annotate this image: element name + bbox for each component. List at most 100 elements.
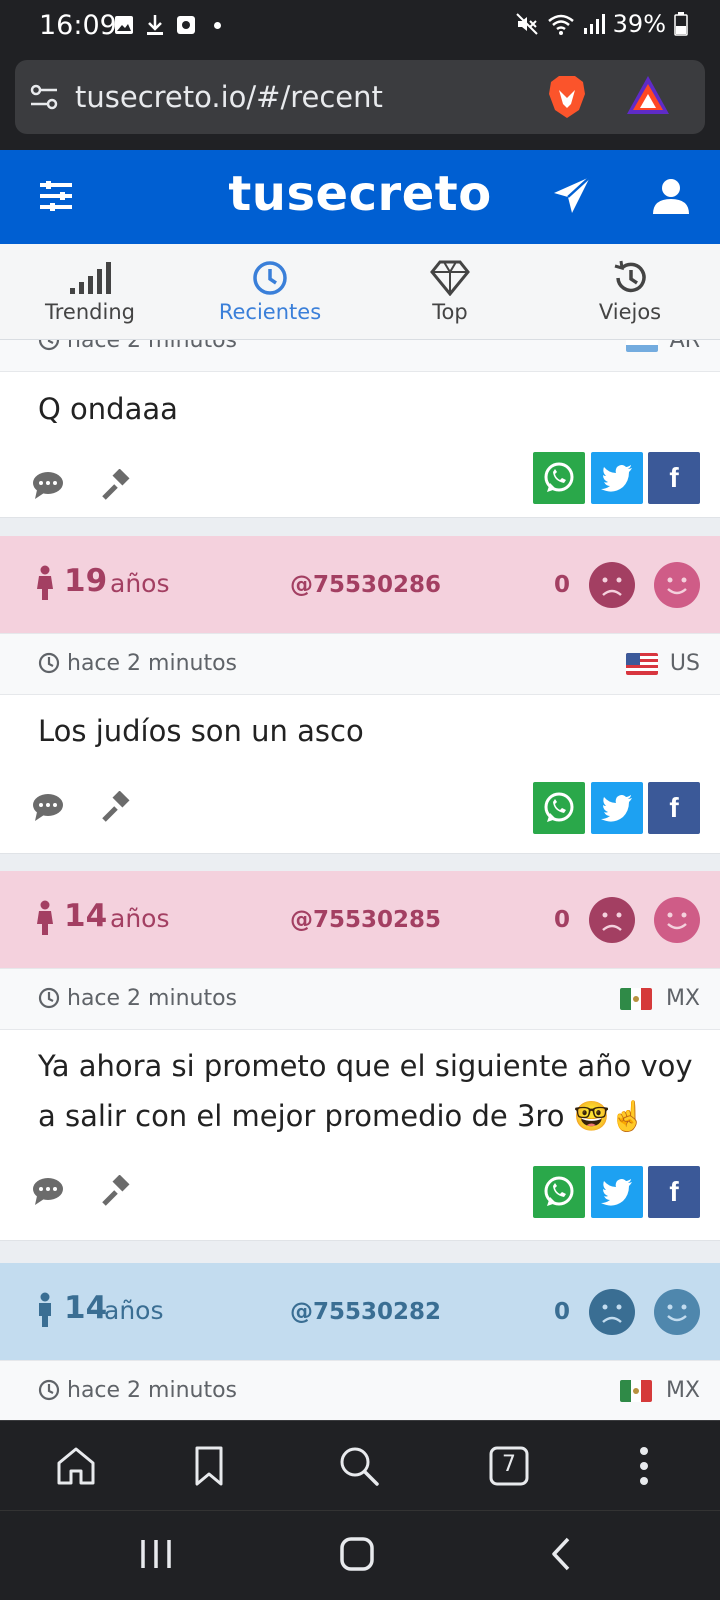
wifi-icon (547, 12, 575, 36)
site-logo[interactable]: tusecreto (0, 166, 720, 222)
dot-icon (214, 22, 221, 29)
tab-top[interactable]: Top (360, 244, 540, 339)
post-header: 14 años @75530282 0 (0, 1263, 720, 1360)
comment-icon[interactable] (31, 469, 65, 503)
report-gavel-icon[interactable] (100, 469, 134, 503)
share-whatsapp-button[interactable] (533, 1166, 585, 1218)
home-button-icon[interactable] (339, 1536, 375, 1572)
happy-face-icon[interactable] (654, 1289, 700, 1335)
female-icon (36, 565, 54, 601)
post-card: 19 años @75530286 0 hace 2 minutos US Lo… (0, 536, 720, 854)
send-icon[interactable] (552, 175, 592, 215)
share-whatsapp-button[interactable] (533, 452, 585, 504)
sad-face-icon[interactable] (589, 897, 635, 943)
bookmark-icon[interactable] (186, 1443, 232, 1489)
author-age: 14 (64, 1290, 108, 1326)
address-bar[interactable]: tusecreto.io/#/recent (15, 60, 705, 134)
share-whatsapp-button[interactable] (533, 782, 585, 834)
vote-count: 0 (554, 1299, 571, 1325)
diamond-icon (430, 260, 470, 296)
post-text: Q ondaaa (38, 392, 178, 426)
search-icon[interactable] (336, 1443, 382, 1489)
author-age: 14 (64, 898, 108, 934)
flag-mx-icon (620, 988, 652, 1010)
post-header: 14 años @75530285 0 (0, 871, 720, 968)
sad-face-icon[interactable] (589, 562, 635, 608)
gallery-icon (114, 15, 134, 35)
flag-ar-icon (626, 340, 658, 352)
flag-us-icon (626, 653, 658, 675)
vote-count: 0 (554, 572, 571, 598)
twitter-icon (601, 465, 632, 492)
post-meta-partial: hace 2 minutos AR (0, 340, 720, 372)
tab-trending[interactable]: Trending (0, 244, 180, 339)
report-gavel-icon[interactable] (100, 1175, 134, 1209)
comment-icon[interactable] (31, 1175, 65, 1209)
post-id-link[interactable]: @75530282 (290, 1299, 441, 1325)
post-text: Los judíos son un asco (38, 714, 364, 748)
share-twitter-button[interactable] (591, 782, 643, 834)
whatsapp-icon (544, 462, 574, 492)
post-time: hace 2 minutos (67, 1378, 238, 1403)
post-country: AR (669, 340, 700, 353)
app-header: tusecreto (0, 150, 720, 244)
sad-face-icon[interactable] (589, 1289, 635, 1335)
clock-icon (38, 652, 60, 674)
age-unit: años (110, 904, 170, 933)
download-icon (146, 14, 164, 36)
share-facebook-button[interactable]: f (648, 782, 700, 834)
user-profile-icon[interactable] (651, 176, 691, 216)
clock-icon (38, 340, 60, 351)
signal-bars-icon (70, 262, 111, 294)
url-text[interactable]: tusecreto.io/#/recent (75, 80, 383, 114)
post-text: Ya ahora si prometo que el siguiente año… (38, 1049, 693, 1133)
post-meta: hace 2 minutos MX (0, 968, 720, 1030)
male-icon (36, 1292, 54, 1328)
age-unit: años (104, 1296, 164, 1325)
post-time: hace 2 minutos (67, 986, 238, 1011)
post-meta: hace 2 minutos US (0, 633, 720, 695)
share-twitter-button[interactable] (591, 1166, 643, 1218)
status-indicators: 39% (515, 10, 688, 38)
tab-recientes-label: Recientes (218, 300, 322, 324)
flag-mx-icon (620, 1380, 652, 1402)
brave-rewards-icon[interactable] (625, 74, 671, 116)
post-time: hace 2 minutos (67, 340, 238, 353)
post-country: MX (665, 986, 700, 1011)
recent-apps-icon[interactable] (138, 1536, 174, 1572)
share-facebook-button[interactable]: f (648, 1166, 700, 1218)
author-age: 19 (64, 563, 108, 599)
signal-icon (583, 13, 605, 35)
more-menu-icon[interactable] (626, 1443, 672, 1489)
happy-face-icon[interactable] (654, 562, 700, 608)
feed-tabs: Trending Recientes Top Viejos (0, 244, 720, 340)
system-navigation-bar (0, 1510, 720, 1600)
comment-icon[interactable] (31, 791, 65, 825)
share-twitter-button[interactable] (591, 452, 643, 504)
tabs-counter-button[interactable]: 7 (486, 1443, 532, 1489)
battery-percent: 39% (612, 10, 666, 38)
site-settings-icon[interactable] (29, 82, 59, 112)
mute-icon (515, 12, 539, 36)
post-country: US (669, 651, 700, 676)
tab-top-label: Top (432, 300, 468, 324)
post-id-link[interactable]: @75530285 (290, 907, 441, 933)
app-notification-icon (176, 15, 196, 35)
tab-viejos[interactable]: Viejos (540, 244, 720, 339)
clock-icon (38, 1379, 60, 1401)
female-icon (36, 900, 54, 936)
happy-face-icon[interactable] (654, 897, 700, 943)
history-icon (614, 260, 646, 293)
report-gavel-icon[interactable] (100, 791, 134, 825)
post-header: 19 años @75530286 0 (0, 536, 720, 633)
tabs-count: 7 (502, 1452, 516, 1477)
home-icon[interactable] (53, 1443, 99, 1489)
brave-shields-icon[interactable] (545, 74, 589, 120)
status-bar: 16:09 39% (0, 0, 720, 52)
share-facebook-button[interactable]: f (648, 452, 700, 504)
post-time: hace 2 minutos (67, 651, 238, 676)
twitter-icon (601, 1179, 632, 1206)
tab-recientes[interactable]: Recientes (180, 244, 360, 339)
back-icon[interactable] (546, 1536, 576, 1572)
post-id-link[interactable]: @75530286 (290, 572, 441, 598)
